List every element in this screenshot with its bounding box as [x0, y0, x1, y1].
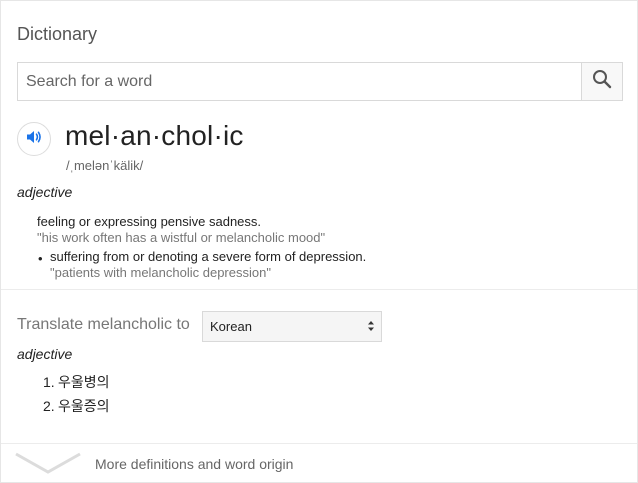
select-arrows-icon	[367, 319, 375, 336]
more-definitions-label: More definitions and word origin	[95, 456, 294, 472]
speaker-icon	[25, 128, 43, 151]
translation-item: 1. 우울병의	[43, 372, 110, 392]
chevron-down-icon	[15, 452, 81, 479]
dictionary-card: Dictionary mel·an·chol·ic /ˌmelənˈkälik/…	[0, 0, 638, 483]
pronunciation-audio-button[interactable]	[17, 122, 51, 156]
language-select[interactable]: Korean	[202, 311, 382, 342]
definition-example: "patients with melancholic depression"	[50, 265, 271, 280]
search-icon	[592, 69, 612, 94]
translation-number: 2.	[43, 398, 55, 414]
translate-label: Translate melancholic to	[17, 316, 190, 333]
card-title: Dictionary	[17, 24, 98, 44]
translation-item: 2. 우울증의	[43, 396, 110, 416]
translation-part-of-speech: adjective	[17, 346, 73, 362]
definition-text: feeling or expressing pensive sadness.	[37, 214, 262, 229]
translation-text: 우울병의	[58, 374, 110, 390]
more-definitions-toggle[interactable]: More definitions and word origin	[1, 444, 637, 482]
translation-number: 1.	[43, 374, 55, 390]
part-of-speech: adjective	[17, 184, 73, 200]
translation-text: 우울증의	[58, 398, 110, 414]
section-divider	[1, 289, 637, 290]
headword: mel·an·chol·ic	[65, 120, 244, 151]
definition-example: "his work often has a wistful or melanch…	[37, 230, 326, 245]
selected-language: Korean	[210, 319, 252, 334]
definition-text: suffering from or denoting a severe form…	[50, 249, 367, 264]
phonetic-transcription: /ˌmelənˈkälik/	[66, 158, 144, 173]
bullet-marker: •	[38, 251, 43, 266]
search-input[interactable]	[18, 63, 581, 100]
search-bar	[17, 62, 623, 101]
search-button[interactable]	[581, 63, 622, 100]
